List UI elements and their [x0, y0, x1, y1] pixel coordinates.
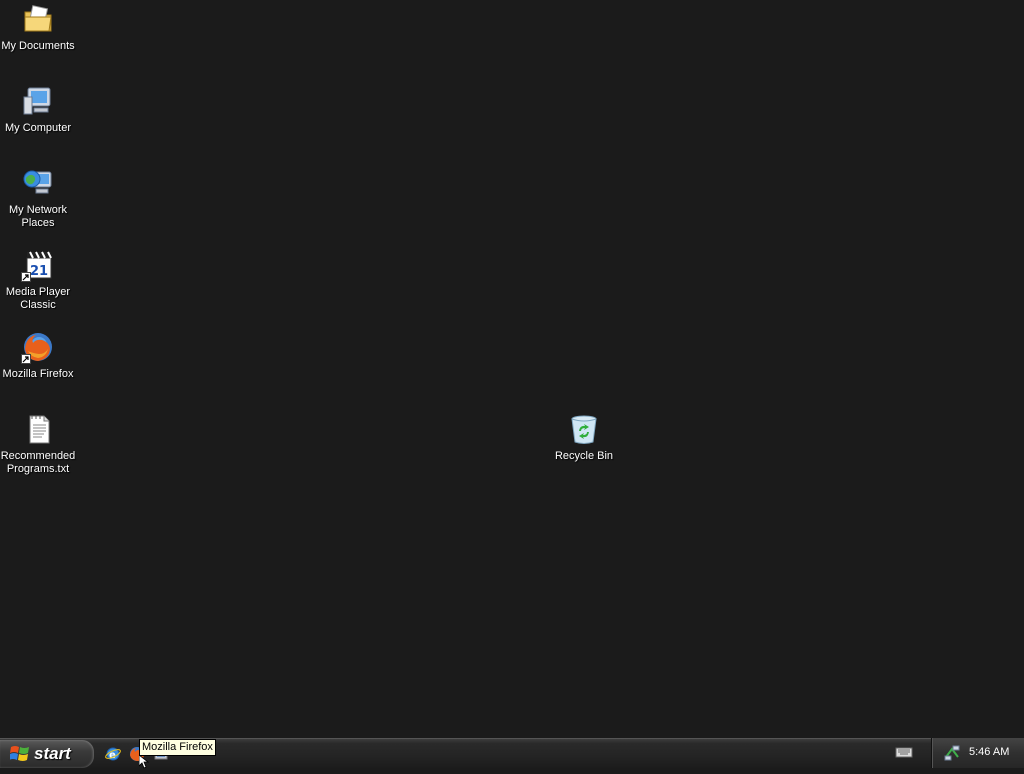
desktop-icon-recycle-bin[interactable]: Recycle Bin [546, 412, 622, 463]
desktop-icon-my-network-places[interactable]: My Network Places [0, 166, 76, 230]
text-file-icon [21, 412, 55, 446]
my-documents-icon [21, 2, 55, 36]
tooltip: Mozilla Firefox [139, 739, 216, 756]
desktop-icon-my-documents[interactable]: My Documents [0, 2, 76, 53]
start-button[interactable]: start [0, 740, 94, 768]
desktop-icon-label: Recycle Bin [554, 450, 614, 462]
recycle-bin-icon [567, 412, 601, 446]
desktop-icon-recommended-programs[interactable]: Recommended Programs.txt [0, 412, 76, 476]
desktop-icon-label: Recommended Programs.txt [0, 450, 76, 475]
system-tray: 5:46 AM [931, 738, 1024, 768]
desktop-icon-my-computer[interactable]: My Computer [0, 84, 76, 135]
desktop-icon-mozilla-firefox[interactable]: Mozilla Firefox [0, 330, 76, 381]
network-places-icon [21, 166, 55, 200]
my-computer-icon [21, 84, 55, 118]
firefox-icon [21, 330, 55, 364]
keyboard-icon[interactable] [895, 745, 913, 764]
media-player-classic-icon: 21 [21, 248, 55, 282]
windows-logo-icon [9, 745, 30, 763]
mouse-cursor-icon [138, 754, 150, 774]
shortcut-arrow-icon [21, 272, 31, 282]
desktop-icon-label: Media Player Classic [5, 286, 71, 311]
desktop-icon-label: My Computer [4, 122, 72, 134]
internet-explorer-icon[interactable]: e [104, 745, 122, 763]
network-icon[interactable] [943, 745, 961, 766]
shortcut-arrow-icon [21, 354, 31, 364]
desktop: My Documents My Computer My Network Plac… [0, 0, 1024, 738]
desktop-icon-label: My Documents [1, 40, 75, 52]
svg-text:21: 21 [30, 264, 48, 279]
desktop-icon-label: Mozilla Firefox [2, 368, 74, 380]
clock[interactable]: 5:46 AM [969, 746, 1009, 758]
desktop-icon-media-player-classic[interactable]: 21 Media Player Classic [0, 248, 76, 312]
start-label: start [34, 744, 71, 763]
desktop-icon-label: My Network Places [8, 204, 68, 229]
